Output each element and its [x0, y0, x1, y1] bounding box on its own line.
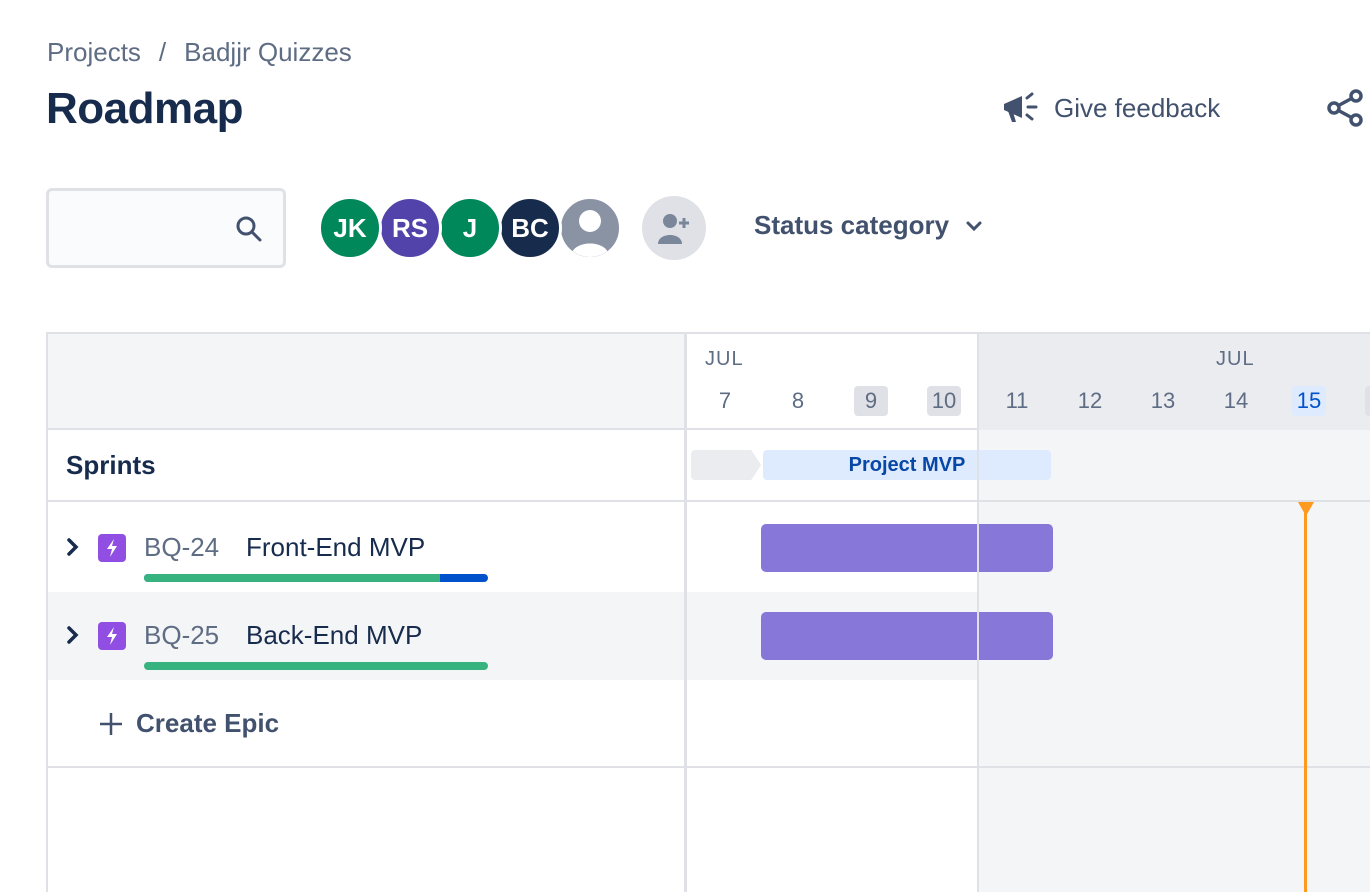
give-feedback-button[interactable]: Give feedback — [1000, 88, 1220, 128]
epic-icon — [98, 534, 126, 562]
breadcrumb: Projects / Badjjr Quizzes — [47, 36, 352, 68]
avatar-initials: BC — [511, 212, 549, 243]
breadcrumb-project[interactable]: Badjjr Quizzes — [184, 36, 352, 68]
search-input[interactable] — [63, 191, 233, 261]
create-epic-button[interactable]: Create Epic — [98, 708, 279, 739]
share-button[interactable] — [1326, 88, 1366, 128]
day-label: 12 — [1077, 388, 1103, 413]
add-user-icon — [658, 214, 689, 244]
search-icon — [236, 216, 262, 242]
epic-progress-bar — [144, 574, 488, 582]
avatar-default[interactable] — [558, 196, 622, 260]
epic-progress-done — [144, 662, 488, 670]
roadmap-grid: JUL JUL 7 8 9 10 11 12 13 14 15 Sprints … — [46, 332, 1370, 892]
epic-timeline-bar[interactable] — [761, 524, 1053, 572]
share-icon — [1327, 89, 1363, 127]
create-epic-label: Create Epic — [136, 708, 280, 738]
user-icon — [571, 210, 609, 257]
day-label: 7 — [718, 388, 732, 413]
day-label — [1365, 386, 1370, 416]
page-title: Roadmap — [46, 84, 243, 133]
breadcrumb-separator: / — [158, 37, 167, 67]
epic-progress-done — [144, 574, 440, 582]
previous-sprint[interactable] — [691, 450, 761, 480]
day-label-today: 15 — [1292, 386, 1326, 416]
month-label: JUL — [1216, 348, 1255, 370]
timeline-header: JUL JUL 7 8 9 10 11 12 13 14 15 — [687, 334, 1370, 430]
epic-row[interactable]: BQ-25 Back-End MVP — [48, 592, 1370, 680]
chevron-right-icon[interactable] — [64, 624, 82, 646]
epic-key[interactable]: BQ-24 — [144, 532, 219, 563]
add-people-button[interactable] — [642, 196, 706, 260]
day-label: 11 — [1005, 388, 1029, 413]
today-line — [1304, 504, 1307, 892]
avatar-group: JK RS J BC — [318, 196, 622, 260]
day-label: 10 — [927, 386, 961, 416]
avatar-initials: JK — [333, 212, 367, 243]
epic-timeline-bar[interactable] — [761, 612, 1053, 660]
epic-icon — [98, 622, 126, 650]
epic-name[interactable]: Front-End MVP — [246, 532, 425, 563]
week-divider — [977, 334, 979, 892]
today-marker — [1298, 502, 1314, 516]
create-epic-row: Create Epic — [48, 680, 686, 768]
day-label: 8 — [791, 388, 805, 413]
sprint-project-mvp[interactable]: Project MVP — [763, 450, 1051, 480]
search-field[interactable] — [46, 188, 286, 268]
avatar-initials: RS — [391, 212, 429, 243]
chevron-right-icon[interactable] — [64, 536, 82, 558]
list-header — [48, 334, 686, 430]
epic-row[interactable]: BQ-24 Front-End MVP — [48, 504, 1370, 592]
sprints-label: Sprints — [66, 450, 156, 480]
give-feedback-label: Give feedback — [1054, 92, 1221, 123]
sprints-row: Sprints Project MVP — [48, 430, 1370, 502]
epic-name[interactable]: Back-End MVP — [246, 620, 422, 651]
day-label: 14 — [1223, 388, 1249, 413]
day-label: 13 — [1150, 388, 1176, 413]
row-divider — [48, 766, 1370, 768]
avatar[interactable]: JK — [318, 196, 382, 260]
megaphone-icon — [1004, 92, 1038, 122]
avatar[interactable]: BC — [498, 196, 562, 260]
month-label: JUL — [705, 348, 744, 370]
plus-icon — [100, 712, 122, 735]
epic-key[interactable]: BQ-25 — [144, 620, 219, 651]
breadcrumb-projects[interactable]: Projects — [47, 36, 141, 68]
list-timeline-divider[interactable] — [684, 334, 687, 892]
lightning-icon — [107, 539, 117, 557]
avatar[interactable]: J — [438, 196, 502, 260]
chevron-down-icon — [966, 221, 982, 231]
lightning-icon — [107, 627, 117, 645]
status-category-label: Status category — [754, 210, 950, 240]
avatar[interactable]: RS — [378, 196, 442, 260]
avatar-initials: J — [462, 212, 478, 243]
epic-progress-bar — [144, 662, 488, 670]
day-label: 9 — [854, 386, 888, 416]
status-category-filter[interactable]: Status category — [754, 210, 983, 241]
